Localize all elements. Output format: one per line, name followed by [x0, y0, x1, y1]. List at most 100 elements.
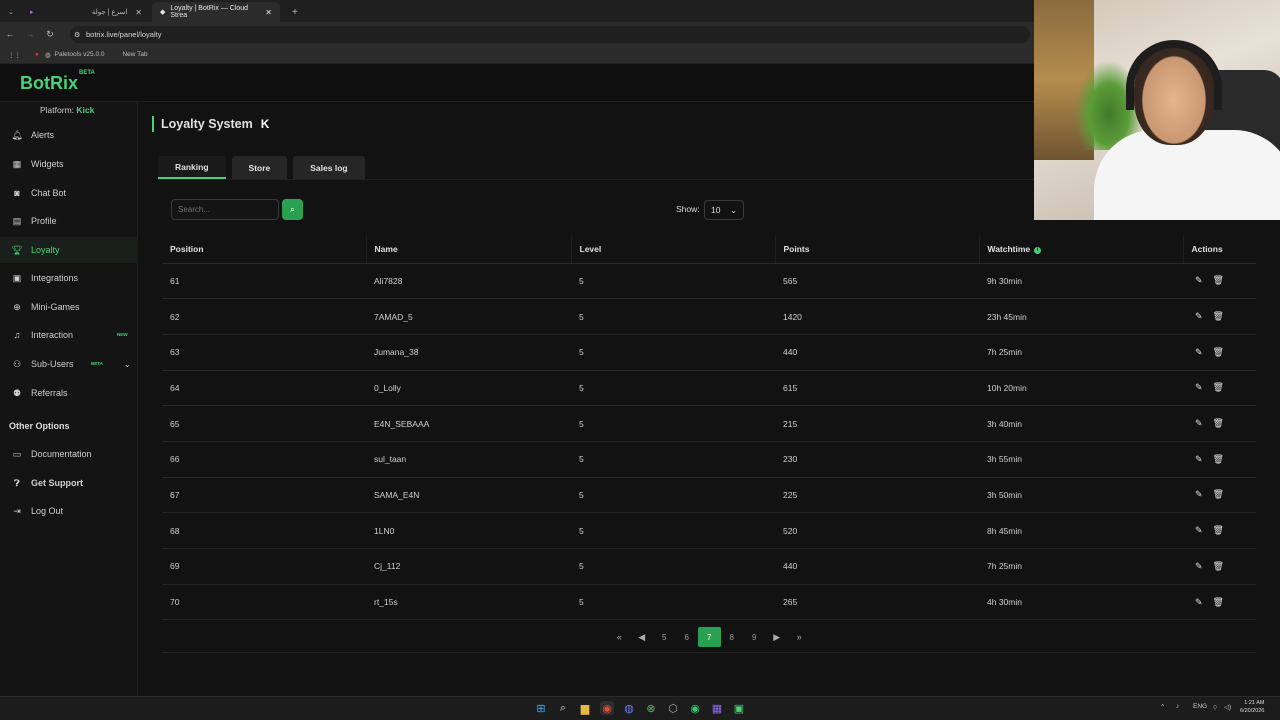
windows-start-icon[interactable]: ⊞ — [534, 701, 548, 715]
spotify-icon[interactable]: ◉ — [688, 701, 702, 715]
edit-icon[interactable]: ✎ — [1195, 561, 1203, 572]
close-icon[interactable]: ✕ — [265, 8, 272, 17]
page-button[interactable]: 9 — [743, 627, 766, 647]
page-button[interactable]: 6 — [676, 627, 699, 647]
first-page-icon[interactable]: « — [608, 627, 631, 647]
sidebar-item-profile[interactable]: ▤ Profile — [0, 208, 138, 234]
search-icon[interactable]: ⌕ — [556, 701, 570, 715]
column-header-position[interactable]: Position — [162, 235, 367, 264]
close-icon[interactable]: ✕ — [135, 8, 142, 17]
mic-icon[interactable]: ♪ — [1176, 703, 1179, 710]
edit-icon[interactable]: ✎ — [1195, 418, 1203, 429]
sidebar-item-integrations[interactable]: ▣ Integrations — [0, 265, 138, 291]
wifi-icon[interactable]: ⌔ — [1212, 703, 1218, 712]
cell-name: Ali7828 — [366, 263, 571, 300]
sidebar-item-mini-games[interactable]: ⊕ Mini-Games — [0, 294, 138, 320]
edit-icon[interactable]: ✎ — [1195, 347, 1203, 358]
info-icon[interactable]: i — [1034, 246, 1042, 254]
edit-icon[interactable]: ✎ — [1195, 311, 1203, 322]
sidebar-item-widgets[interactable]: ▦ Widgets — [0, 151, 138, 177]
next-page-icon[interactable]: ▶︎ — [766, 627, 789, 647]
sidebar-item-log-out[interactable]: ⇥ Log Out — [0, 498, 138, 524]
discord-icon[interactable]: ◍ — [622, 701, 636, 715]
column-header-level[interactable]: Level — [571, 235, 776, 264]
bookmark-paletools[interactable]: ◍ Paletools v25.0.0 — [45, 51, 105, 59]
column-header-points[interactable]: Points — [775, 235, 980, 264]
trash-icon[interactable]: 🗑︎ — [1213, 382, 1224, 393]
search-input[interactable] — [171, 199, 279, 220]
page-title-text: Loyalty System — [161, 117, 253, 131]
tab-search-button[interactable]: ⌄ — [0, 2, 22, 22]
cell-name: 1LN0 — [366, 512, 571, 549]
prev-page-icon[interactable]: ◀︎ — [631, 627, 654, 647]
platform-label: Platform: — [40, 105, 75, 115]
chrome-icon[interactable]: ◉ — [600, 701, 614, 715]
edit-icon[interactable]: ✎ — [1195, 275, 1203, 286]
edit-icon[interactable]: ✎ — [1195, 597, 1203, 608]
table-row: 69 Cj_112 5 440 7h 25min ✎ 🗑︎ — [162, 548, 1256, 585]
sidebar-item-sub-users[interactable]: ⚇ Sub-Users BETA ⌄ — [0, 351, 138, 377]
cell-level: 5 — [571, 548, 775, 585]
tab-ranking[interactable]: Ranking — [158, 156, 226, 179]
platform-value: Kick — [76, 105, 95, 115]
pagination: « ◀︎ 5 6 7 8 9 ▶︎ » — [608, 627, 811, 647]
column-header-watchtime[interactable]: Watchtime i — [979, 235, 1184, 264]
forward-icon[interactable]: → — [20, 29, 40, 39]
trash-icon[interactable]: 🗑︎ — [1213, 311, 1224, 322]
sidebar-item-get-support[interactable]: ❓︎ Get Support — [0, 470, 138, 496]
edit-icon[interactable]: ✎ — [1195, 454, 1203, 465]
apps-icon[interactable]: ⋮⋮ — [8, 51, 21, 59]
trash-icon[interactable]: 🗑︎ — [1213, 525, 1224, 536]
sidebar-item-documentation[interactable]: ▭ Documentation — [0, 441, 138, 467]
botrix-logo[interactable]: BotRixBETA — [20, 70, 95, 94]
search-button[interactable]: ⌕ — [282, 199, 303, 220]
language-indicator[interactable]: ENG — [1193, 703, 1207, 710]
sidebar-item-alerts[interactable]: 🔔︎ Alerts — [0, 122, 138, 148]
file-explorer-icon[interactable]: ▆ — [578, 701, 592, 715]
tab-sales-log[interactable]: Sales log — [293, 156, 365, 179]
app-icon[interactable]: ⬡ — [666, 701, 680, 715]
tab-store[interactable]: Store — [231, 156, 288, 179]
column-header-name[interactable]: Name — [366, 235, 572, 264]
page-button-current[interactable]: 7 — [698, 627, 721, 647]
sidebar-item-chat-bot[interactable]: ◙ Chat Bot — [0, 180, 138, 206]
system-clock[interactable]: 1:21 AM 6/20/2026 — [1240, 699, 1264, 715]
trash-icon[interactable]: 🗑︎ — [1213, 597, 1224, 608]
kick-logo-icon: K — [260, 117, 270, 131]
sidebar-item-interaction[interactable]: ♫ Interaction NEW — [0, 322, 138, 348]
edit-icon[interactable]: ✎ — [1195, 382, 1203, 393]
xbox-icon[interactable]: ⊗ — [644, 701, 658, 715]
chevron-up-icon[interactable]: ⌃ — [1160, 703, 1165, 711]
trash-icon[interactable]: 🗑︎ — [1213, 418, 1224, 429]
grid-app-icon[interactable]: ▦ — [710, 701, 724, 715]
bookmark-newtab[interactable]: New Tab — [122, 51, 147, 58]
trash-icon[interactable]: 🗑︎ — [1213, 489, 1224, 500]
page-button[interactable]: 5 — [653, 627, 676, 647]
new-tab-button[interactable]: + — [284, 2, 306, 22]
url-field[interactable]: ⚙ botrix.live/panel/loyalty — [70, 26, 1030, 43]
last-page-icon[interactable]: » — [788, 627, 811, 647]
volume-icon[interactable]: ◁) — [1224, 703, 1231, 711]
back-icon[interactable]: ← — [0, 29, 20, 39]
browser-tab-active[interactable]: ◆ Loyalty | BotRix — Cloud Strea ✕ — [152, 2, 280, 22]
cell-points: 230 — [775, 441, 979, 478]
trash-icon[interactable]: 🗑︎ — [1213, 347, 1224, 358]
chevron-down-icon: ⌄ — [8, 9, 14, 16]
reload-icon[interactable]: ↻ — [40, 29, 60, 40]
sidebar-item-referrals[interactable]: ⚉ Referrals — [0, 380, 138, 406]
page-size-value: 10 — [711, 205, 721, 215]
sidebar-item-loyalty[interactable]: 🏆︎ Loyalty — [0, 237, 138, 263]
bookmark-item[interactable]: ● — [35, 51, 39, 58]
page-button[interactable]: 8 — [721, 627, 744, 647]
browser-tab[interactable]: ▸ اسرع | جولة ✕ — [28, 2, 150, 22]
app-icon[interactable]: ▣ — [732, 701, 746, 715]
trash-icon[interactable]: 🗑︎ — [1213, 454, 1224, 465]
chevron-down-icon[interactable]: ⌄ — [124, 360, 131, 369]
page-size-select[interactable]: 10 ⌄ — [704, 200, 744, 220]
trash-icon[interactable]: 🗑︎ — [1213, 561, 1224, 572]
edit-icon[interactable]: ✎ — [1195, 525, 1203, 536]
cell-position: 65 — [162, 405, 366, 442]
cell-position: 70 — [162, 584, 366, 621]
edit-icon[interactable]: ✎ — [1195, 489, 1203, 500]
trash-icon[interactable]: 🗑︎ — [1213, 275, 1224, 286]
